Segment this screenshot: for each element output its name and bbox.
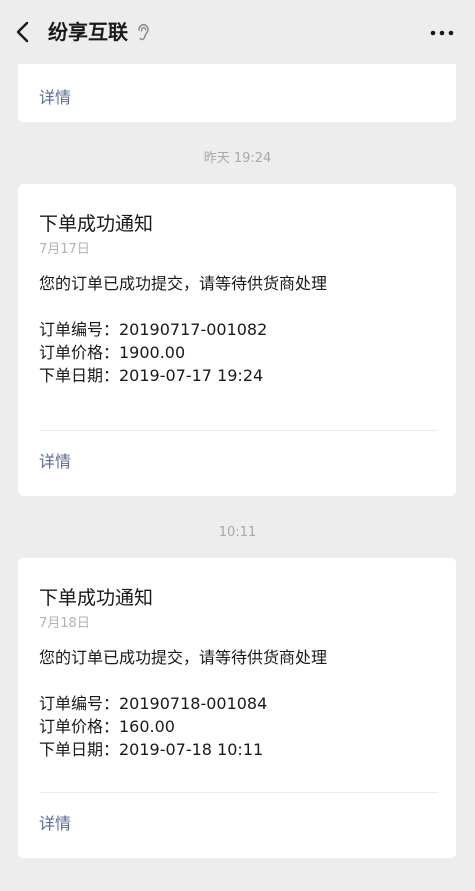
message-card[interactable]: 下单成功通知 7月18日 您的订单已成功提交，请等待供货商处理 订单编号：201… <box>18 558 456 858</box>
order-date: 下单日期：2019-07-18 10:11 <box>39 740 264 759</box>
timestamp: 10:11 <box>218 525 257 540</box>
card-description: 您的订单已成功提交，请等待供货商处理 <box>39 274 328 293</box>
message-card: 详情 <box>18 64 456 122</box>
more-button[interactable] <box>421 18 465 48</box>
detail-link[interactable]: 详情 <box>39 88 71 108</box>
order-number: 订单编号：20190718-001084 <box>39 694 268 713</box>
card-title: 下单成功通知 <box>39 213 154 235</box>
card-date: 7月17日 <box>39 242 90 257</box>
divider <box>39 430 438 431</box>
timestamp: 昨天 19:24 <box>203 151 272 166</box>
divider <box>39 792 438 793</box>
card-date: 7月18日 <box>39 616 90 631</box>
order-price: 订单价格：1900.00 <box>39 343 186 362</box>
nav-bar: 纷享互联 <box>0 0 475 64</box>
order-number: 订单编号：20190717-001082 <box>39 320 268 339</box>
back-button[interactable] <box>8 14 42 50</box>
order-date: 下单日期：2019-07-17 19:24 <box>39 366 264 385</box>
chevron-left-icon <box>16 21 29 43</box>
detail-link[interactable]: 详情 <box>39 814 71 834</box>
order-price: 订单价格：160.00 <box>39 717 175 736</box>
more-dots-icon <box>430 30 454 36</box>
card-description: 您的订单已成功提交，请等待供货商处理 <box>39 648 328 667</box>
message-list[interactable]: 详情 昨天 19:24 下单成功通知 7月17日 您的订单已成功提交，请等待供货… <box>0 64 475 891</box>
detail-link[interactable]: 详情 <box>39 452 71 472</box>
card-title: 下单成功通知 <box>39 587 154 609</box>
chat-title: 纷享互联 <box>48 20 128 44</box>
ear-icon <box>138 24 149 41</box>
message-card[interactable]: 下单成功通知 7月17日 您的订单已成功提交，请等待供货商处理 订单编号：201… <box>18 184 456 496</box>
